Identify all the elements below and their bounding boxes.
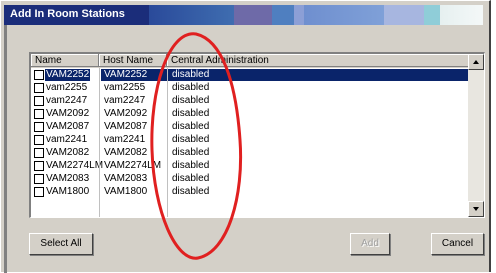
station-name: VAM2087: [46, 121, 90, 132]
frame-left-edge: [4, 25, 7, 273]
station-name: vam2255: [46, 82, 88, 93]
column-header-name[interactable]: Name: [31, 54, 99, 67]
central-administration-cell: disabled: [172, 147, 210, 158]
station-name: VAM2252: [45, 69, 91, 81]
row-checkbox[interactable]: [34, 174, 44, 184]
table-row[interactable]: vam2241 vam2241 disabled: [31, 134, 468, 146]
arrow-down-icon: [473, 207, 479, 211]
central-administration-cell: disabled: [172, 173, 210, 184]
row-checkbox[interactable]: [34, 109, 44, 119]
host-name-cell: VAM2092: [104, 108, 148, 119]
column-divider: [167, 68, 168, 217]
host-name-cell: VAM2082: [104, 147, 148, 158]
row-checkbox[interactable]: [34, 135, 44, 145]
select-all-button[interactable]: Select All: [29, 233, 93, 255]
vertical-scrollbar[interactable]: [468, 54, 484, 217]
central-administration-cell: disabled: [172, 82, 210, 93]
column-header-central-administration[interactable]: Central Administration: [167, 54, 469, 67]
table-row[interactable]: VAM2082 VAM2082 disabled: [31, 147, 468, 159]
add-in-room-stations-dialog: Add In Room Stations Name Host Name Cent…: [0, 0, 491, 273]
station-name: vam2241: [46, 134, 88, 145]
list-header: Name Host Name Central Administration: [31, 54, 469, 68]
station-name: VAM2082: [46, 147, 90, 158]
table-row[interactable]: VAM2274LM VAM2274LM disabled: [31, 160, 468, 172]
station-name: vam2247: [46, 95, 88, 106]
host-name-cell: vam2247: [104, 95, 146, 106]
name-cell: VAM2092: [31, 108, 99, 120]
station-name: VAM2092: [46, 108, 90, 119]
table-row[interactable]: VAM2092 VAM2092 disabled: [31, 108, 468, 120]
central-administration-cell: disabled: [172, 95, 210, 106]
add-button[interactable]: Add: [350, 233, 390, 255]
central-administration-cell: disabled: [172, 134, 210, 145]
row-checkbox[interactable]: [34, 83, 44, 93]
central-administration-cell: disabled: [172, 186, 210, 197]
host-name-cell: VAM2087: [104, 121, 148, 132]
table-row[interactable]: VAM2087 VAM2087 disabled: [31, 121, 468, 133]
name-cell: VAM2087: [31, 121, 99, 133]
title-bar[interactable]: Add In Room Stations: [4, 5, 483, 25]
name-cell: VAM2252: [31, 69, 99, 81]
name-cell: VAM1800: [31, 186, 99, 198]
central-administration-cell: disabled: [172, 160, 210, 171]
arrow-up-icon: [473, 60, 479, 64]
host-name-cell: vam2241: [104, 134, 146, 145]
stations-list[interactable]: Name Host Name Central Administration VA…: [29, 52, 485, 218]
table-row[interactable]: VAM2083 VAM2083 disabled: [31, 173, 468, 185]
row-checkbox[interactable]: [34, 70, 44, 80]
station-name: VAM1800: [46, 186, 90, 197]
name-cell: vam2247: [31, 95, 99, 107]
scroll-up-button[interactable]: [468, 54, 484, 70]
name-cell: VAM2082: [31, 147, 99, 159]
row-checkbox[interactable]: [34, 148, 44, 158]
table-row[interactable]: VAM2252 VAM2252 disabled: [31, 69, 468, 81]
host-name-cell: VAM2252: [101, 69, 167, 81]
row-checkbox[interactable]: [34, 122, 44, 132]
host-name-cell: VAM2083: [104, 173, 148, 184]
column-divider: [99, 68, 100, 217]
window-title: Add In Room Stations: [10, 8, 125, 20]
cancel-button[interactable]: Cancel: [431, 233, 484, 255]
name-cell: vam2241: [31, 134, 99, 146]
table-row[interactable]: vam2255 vam2255 disabled: [31, 82, 468, 94]
name-cell: VAM2274LM: [31, 160, 103, 172]
station-name: VAM2083: [46, 173, 90, 184]
table-row[interactable]: vam2247 vam2247 disabled: [31, 95, 468, 107]
central-administration-cell: disabled: [172, 108, 210, 119]
name-cell: VAM2083: [31, 173, 99, 185]
column-header-host-name[interactable]: Host Name: [99, 54, 167, 67]
row-checkbox[interactable]: [34, 187, 44, 197]
central-administration-cell: disabled: [172, 121, 210, 132]
station-name: VAM2274LM: [46, 160, 104, 171]
host-name-cell: VAM1800: [104, 186, 148, 197]
name-cell: vam2255: [31, 82, 99, 94]
table-row[interactable]: VAM1800 VAM1800 disabled: [31, 186, 468, 198]
central-administration-cell: disabled: [167, 69, 468, 81]
host-name-cell: VAM2274LM: [104, 160, 162, 171]
row-checkbox[interactable]: [34, 96, 44, 106]
row-checkbox[interactable]: [34, 161, 44, 171]
host-name-cell: vam2255: [104, 82, 146, 93]
scroll-down-button[interactable]: [468, 201, 484, 217]
